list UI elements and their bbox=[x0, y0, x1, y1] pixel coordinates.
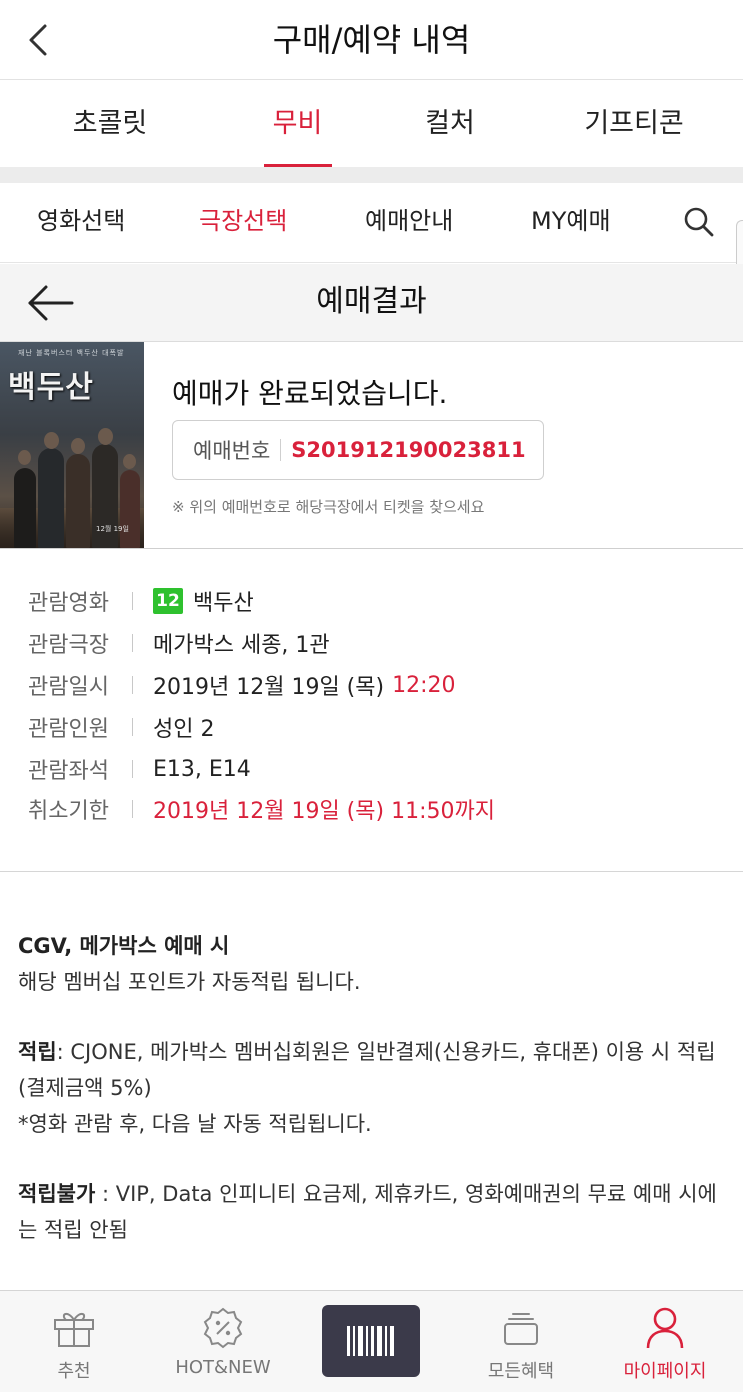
section-divider bbox=[0, 167, 743, 183]
booking-details: 관람영화 12 백두산 관람극장 메가박스 세종, 1관 관람일시 2019년 … bbox=[0, 549, 743, 872]
page-title: 구매/예약 내역 bbox=[272, 21, 471, 59]
detail-row-seats: 관람좌석 E13, E14 bbox=[28, 749, 251, 789]
tab-culture[interactable]: 컬처 bbox=[375, 81, 525, 167]
poster-figure-head bbox=[71, 438, 85, 454]
bottom-nav-recommend[interactable]: 추천 bbox=[34, 1291, 114, 1392]
detail-label: 관람좌석 bbox=[28, 759, 109, 784]
detail-value: 2019년 12월 19일 (목) 11:50까지 bbox=[153, 799, 495, 824]
info-heading: CGV, 메가박스 예매 시 bbox=[18, 934, 230, 958]
detail-row-datetime: 관람일시 2019년 12월 19일 (목) 12:20 bbox=[28, 665, 456, 705]
detail-value: 백두산 bbox=[193, 591, 254, 616]
detail-value: 메가박스 세종, 1관 bbox=[153, 633, 330, 658]
top-app-bar: 구매/예약 내역 bbox=[0, 0, 743, 80]
bottom-nav-mypage[interactable]: 마이페이지 bbox=[610, 1291, 720, 1392]
divider bbox=[132, 718, 133, 736]
tab-movie[interactable]: 무비 bbox=[220, 81, 375, 167]
info-text: 해당 멤버십 포인트가 자동적립 됩니다. bbox=[18, 970, 361, 994]
age-rating-badge: 12 bbox=[153, 588, 183, 614]
info-no-accrue: 적립불가 : VIP, Data 인피니티 요금제, 제휴카드, 영화예매권의 … bbox=[18, 1176, 728, 1248]
discount-badge-icon bbox=[203, 1307, 243, 1349]
detail-label: 관람영화 bbox=[28, 591, 109, 616]
detail-value: 2019년 12월 19일 (목) bbox=[153, 675, 385, 700]
detail-label: 관람극장 bbox=[28, 633, 109, 658]
tab-chocolate[interactable]: 초콜릿 bbox=[0, 81, 220, 167]
gift-icon bbox=[54, 1313, 94, 1347]
bottom-nav-label: 추천 bbox=[57, 1361, 91, 1382]
info-note: *영화 관람 후, 다음 날 자동 적립됩니다. bbox=[18, 1112, 372, 1136]
category-tabs: 초콜릿 무비 컬처 기프티콘 bbox=[0, 81, 743, 167]
detail-row-theater: 관람극장 메가박스 세종, 1관 bbox=[28, 623, 330, 663]
info-label: 적립불가 bbox=[18, 1182, 96, 1206]
info-label: 적립 bbox=[18, 1040, 57, 1064]
result-title: 예매결과 bbox=[316, 284, 427, 319]
search-icon bbox=[684, 207, 714, 237]
detail-time: 12:20 bbox=[392, 672, 456, 698]
info-accrue: 적립: CJONE, 메가박스 멤버십회원은 일반결제(신용카드, 휴대폰) 이… bbox=[18, 1034, 728, 1106]
nav-booking-guide[interactable]: 예매안내 bbox=[365, 183, 453, 263]
divider bbox=[132, 800, 133, 818]
poster-figure-head bbox=[44, 432, 59, 449]
detail-label: 관람일시 bbox=[28, 675, 109, 700]
ticket-pickup-notice: ※ 위의 예매번호로 해당극장에서 티켓을 찾으세요 bbox=[172, 498, 485, 516]
detail-value: E13, E14 bbox=[153, 756, 251, 782]
nav-my-booking[interactable]: MY예매 bbox=[531, 183, 611, 263]
bottom-nav-benefits[interactable]: 모든혜택 bbox=[476, 1291, 566, 1392]
info-text: : VIP, Data 인피니티 요금제, 제휴카드, 영화예매권의 무료 예매… bbox=[18, 1182, 717, 1242]
poster-tagline: 재난 블록버스터 백두산 대폭발 bbox=[18, 349, 125, 357]
reservation-number: S201912190023811 bbox=[291, 438, 526, 462]
booking-summary: 재난 블록버스터 백두산 대폭발 백두산 12월 19일 예매가 완료되었습니다… bbox=[0, 342, 743, 549]
bottom-nav-label: 모든혜택 bbox=[487, 1361, 555, 1382]
detail-label: 관람인원 bbox=[28, 717, 109, 742]
bottom-nav-label: HOT&NEW bbox=[175, 1357, 271, 1378]
poster-figure bbox=[14, 468, 36, 548]
reservation-number-box: 예매번호 S201912190023811 bbox=[172, 420, 544, 480]
membership-info: CGV, 메가박스 예매 시 해당 멤버십 포인트가 자동적립 됩니다. 적립:… bbox=[18, 928, 728, 1248]
poster-title: 백두산 bbox=[8, 370, 94, 405]
poster-figure bbox=[38, 448, 64, 548]
barcode-button[interactable] bbox=[322, 1305, 420, 1377]
person-icon bbox=[646, 1307, 684, 1349]
poster-figure bbox=[66, 454, 90, 548]
divider bbox=[132, 634, 133, 652]
tab-gifticon[interactable]: 기프티콘 bbox=[525, 81, 743, 167]
search-button[interactable] bbox=[682, 205, 716, 239]
divider bbox=[132, 760, 133, 778]
reservation-number-label: 예매번호 bbox=[193, 439, 271, 463]
bottom-nav-hot-new[interactable]: HOT&NEW bbox=[168, 1291, 278, 1392]
movie-poster: 재난 블록버스터 백두산 대폭발 백두산 12월 19일 bbox=[0, 342, 144, 548]
detail-row-cancel: 취소기한 2019년 12월 19일 (목) 11:50까지 bbox=[28, 789, 495, 829]
nav-select-theater[interactable]: 극장선택 bbox=[199, 183, 287, 263]
poster-figure-head bbox=[18, 450, 31, 465]
detail-row-movie: 관람영화 12 백두산 bbox=[28, 581, 254, 621]
benefits-stack-icon bbox=[504, 1313, 538, 1345]
nav-select-movie[interactable]: 영화선택 bbox=[37, 183, 125, 263]
movie-nav: 영화선택 극장선택 예매안내 MY예매 bbox=[0, 183, 743, 263]
poster-date: 12월 19일 bbox=[96, 525, 129, 533]
detail-row-people: 관람인원 성인 2 bbox=[28, 707, 214, 747]
divider bbox=[132, 592, 133, 610]
poster-figure bbox=[120, 470, 140, 548]
detail-value: 성인 2 bbox=[153, 717, 215, 742]
result-bar: 예매결과 bbox=[0, 264, 743, 342]
bottom-nav-label: 마이페이지 bbox=[623, 1361, 707, 1382]
completion-message: 예매가 완료되었습니다. bbox=[172, 377, 448, 410]
detail-label: 취소기한 bbox=[28, 799, 109, 824]
poster-figure-head bbox=[123, 454, 136, 469]
poster-figure-head bbox=[98, 428, 113, 445]
bottom-nav: 추천 HOT&NEW 모든혜택 마이페이지 bbox=[0, 1290, 743, 1392]
barcode-icon bbox=[347, 1326, 394, 1356]
info-text: : CJONE, 메가박스 멤버십회원은 일반결제(신용카드, 휴대폰) 이용 … bbox=[18, 1040, 716, 1100]
divider bbox=[132, 676, 133, 694]
divider bbox=[280, 439, 282, 461]
